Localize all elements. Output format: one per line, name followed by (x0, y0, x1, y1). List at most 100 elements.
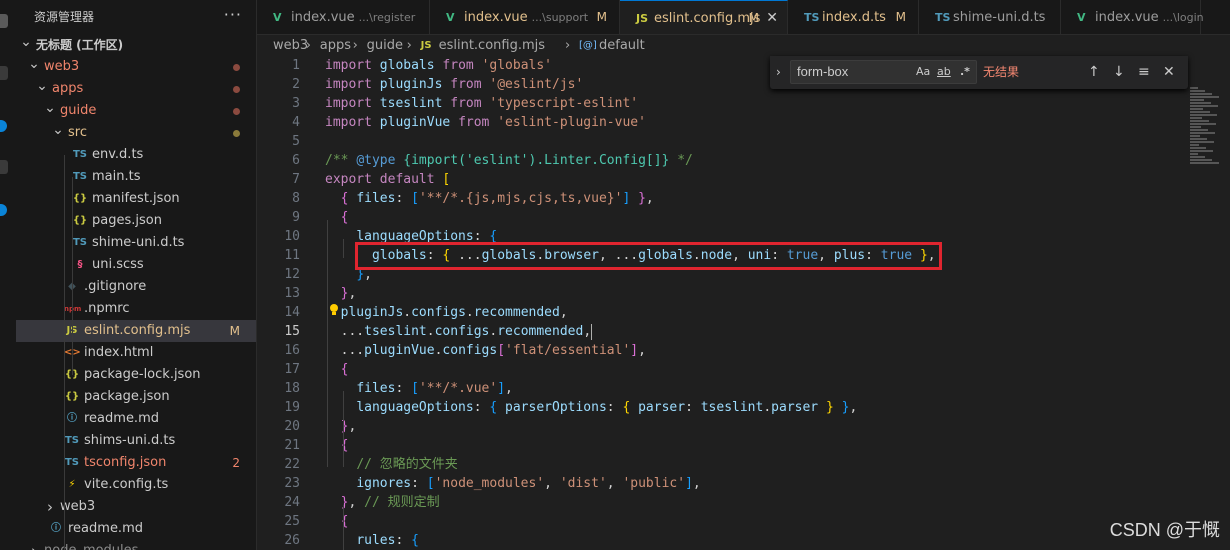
previous-match-icon[interactable]: ↑ (1088, 56, 1100, 89)
code-line[interactable]: /** @type {import('eslint').Linter.Confi… (325, 151, 693, 170)
code-line[interactable]: }, (325, 417, 357, 436)
tree-item-label: web3 (44, 59, 80, 74)
code-line[interactable]: import pluginJs from '@eslint/js' (325, 75, 583, 94)
tab-close-icon[interactable]: ✕ (766, 1, 778, 34)
minimap-line (1190, 132, 1215, 134)
activity-search-icon[interactable] (0, 66, 8, 80)
tree-item-label: vite.config.ts (84, 477, 169, 492)
tree-item[interactable]: › web3 (16, 496, 256, 518)
code-line[interactable]: { (325, 512, 349, 531)
code-line[interactable]: export default [ (325, 170, 450, 189)
chevron-down-icon: ⌄ (20, 34, 32, 50)
code-line[interactable]: import tseslint from 'typescript-eslint' (325, 94, 638, 113)
tree-item[interactable]: {}package-lock.json (16, 364, 256, 386)
toggle-replace-chevron-icon[interactable]: › (776, 56, 781, 89)
code-token: ] (685, 476, 693, 491)
code-line[interactable]: // 忽略的文件夹 (325, 455, 457, 474)
code-line[interactable]: rules: { (325, 531, 419, 550)
file-type-icon: {} (72, 215, 88, 226)
minimap[interactable] (1184, 57, 1230, 550)
code-line[interactable]: pluginJs.configs.recommended, (325, 303, 568, 322)
code-token: , (692, 476, 701, 491)
line-number: 20 (284, 419, 300, 434)
activity-explorer-icon[interactable] (0, 14, 8, 28)
code-token: [ (442, 172, 451, 187)
tree-item[interactable]: {} pages.json (16, 210, 256, 232)
breadcrumb-symbol[interactable]: default (599, 35, 645, 57)
tab[interactable]: TS shime-uni.d.ts (919, 0, 1061, 34)
lightbulb-icon[interactable] (329, 303, 339, 317)
code-line[interactable]: }, (325, 284, 357, 303)
code-line[interactable]: { (325, 436, 349, 455)
next-match-icon[interactable]: ↓ (1113, 56, 1125, 89)
minimap-line (1190, 117, 1202, 119)
tree-item[interactable]: {} package.json (16, 386, 256, 408)
tree-item[interactable]: TS main.ts (16, 166, 256, 188)
activity-extensions-icon[interactable] (0, 204, 7, 216)
breadcrumb-file[interactable]: eslint.config.mjs (439, 35, 545, 57)
code-line[interactable]: ignores: ['node_modules', 'dist', 'publi… (325, 474, 701, 493)
code-token: : (411, 476, 427, 491)
tree-item[interactable]: ⌄ 无标题 (工作区) (16, 34, 256, 56)
code-line[interactable]: ...pluginVue.configs['flat/essential'], (325, 341, 646, 360)
tree-item[interactable]: JSeslint.config.mjsM (16, 320, 256, 342)
code-line[interactable]: { (325, 208, 349, 227)
tree-item[interactable]: TS tsconfig.json 2 (16, 452, 256, 474)
tab[interactable]: TS index.d.ts M (788, 0, 919, 34)
tab[interactable]: Vindex.vue ...\login (1061, 0, 1204, 34)
tab[interactable]: Vindex.vue ...\support M (430, 0, 620, 34)
code-line[interactable]: files: ['**/*.vue'], (325, 379, 513, 398)
tree-item[interactable]: › node_modules (16, 540, 256, 550)
tree-item[interactable]: TS env.d.ts (16, 144, 256, 166)
code-line[interactable]: ...tseslint.configs.recommended, (325, 322, 593, 341)
tree-item[interactable]: ⓘ readme.md (16, 518, 256, 540)
indent-guide (72, 177, 73, 375)
tree-item[interactable]: ◆.gitignore (16, 276, 256, 298)
tree-item[interactable]: ⌄ guide (16, 100, 256, 122)
minimap-line (1190, 114, 1217, 116)
regex-icon[interactable]: .* (960, 65, 970, 78)
activity-debug-icon[interactable] (0, 160, 8, 174)
tree-item[interactable]: <>index.html (16, 342, 256, 364)
code-token: . (426, 324, 435, 339)
close-find-icon[interactable]: ✕ (1163, 56, 1175, 89)
tree-item[interactable]: ⌄ src (16, 122, 256, 144)
match-whole-word-icon[interactable]: ab (937, 65, 951, 78)
code-token: configs (411, 305, 466, 320)
tree-item[interactable]: ⓘ readme.md (16, 408, 256, 430)
breadcrumb-part[interactable]: guide (367, 35, 403, 57)
tab-name: index.vue (464, 10, 528, 25)
tree-item[interactable]: TS shime-uni.d.ts (16, 232, 256, 254)
code-line[interactable]: languageOptions: { parserOptions: { pars… (325, 398, 857, 417)
tree-item[interactable]: § uni.scss (16, 254, 256, 276)
tree-item[interactable]: ⌄ apps (16, 78, 256, 100)
tree-item-label: guide (60, 103, 97, 118)
code-editor[interactable]: 1 2 3 4 5 6 7 8 9 10 11 12 13 14 15 16 17 18 19 20 21 22 23 24 2… (257, 57, 1230, 550)
minimap-line (1190, 111, 1210, 113)
match-case-icon[interactable]: Aa (916, 65, 930, 78)
line-number: 17 (284, 362, 300, 377)
activity-scm-icon[interactable] (0, 120, 7, 132)
find-in-selection-icon[interactable]: ≡ (1138, 56, 1150, 89)
code-line[interactable]: { files: ['**/*.{js,mjs,cjs,ts,vue}'] }, (325, 189, 654, 208)
code-line[interactable]: import pluginVue from 'eslint-plugin-vue… (325, 113, 646, 132)
code-token: . (763, 400, 772, 415)
breadcrumb-part[interactable]: apps (320, 35, 351, 57)
tab[interactable]: Vindex.vue ...\register (257, 0, 430, 34)
tree-item[interactable]: {} manifest.json (16, 188, 256, 210)
more-actions-icon[interactable]: ··· (224, 0, 242, 34)
tab-active[interactable]: JS eslint.config.mjs M ✕ (620, 0, 788, 34)
line-number: 2 (292, 77, 300, 92)
code-line[interactable]: { (325, 360, 349, 379)
code-token: , (348, 286, 357, 301)
tree-item[interactable]: TS shims-uni.d.ts (16, 430, 256, 452)
breadcrumb-part[interactable]: web3 (273, 35, 308, 57)
tree-item[interactable]: ⚡ vite.config.ts (16, 474, 256, 496)
tree-item[interactable]: ⌄ web3 (16, 56, 256, 78)
tree-item[interactable]: npm.npmrc (16, 298, 256, 320)
code-line[interactable]: import globals from 'globals' (325, 57, 552, 75)
find-widget: › form-box Aa ab .* 无结果 ↑ ↓ ≡ ✕ (770, 56, 1188, 89)
